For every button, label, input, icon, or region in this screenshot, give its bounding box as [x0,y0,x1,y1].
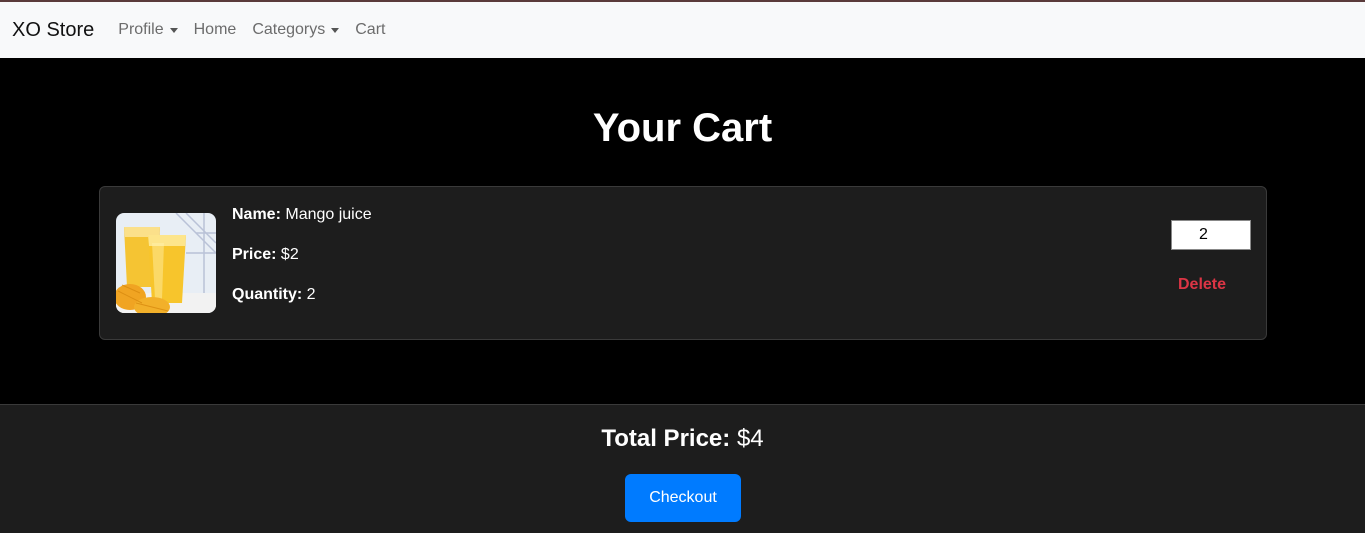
total-price-label: Total Price: [601,425,731,452]
mango-juice-image [116,213,216,313]
item-name-value: Mango juice [285,206,372,223]
nav-item-profile-label: Profile [118,21,164,38]
main-content: Your Cart Name: Mango juice Price: $2 Qu… [0,58,1365,404]
nav-item-home-label: Home [193,21,237,38]
item-price-value: $2 [280,246,299,263]
item-quantity-label: Quantity: [232,286,303,303]
item-name-label: Name: [232,206,281,223]
delete-button[interactable]: Delete [1162,276,1242,294]
checkout-button[interactable]: Checkout [625,474,741,522]
nav-item-categorys[interactable]: Categorys [252,21,340,39]
brand-logo[interactable]: XO Store [12,19,94,42]
item-quantity-row: Quantity: 2 [232,286,372,326]
nav-item-profile[interactable]: Profile [118,21,178,39]
quantity-input[interactable] [1171,220,1251,250]
page-title: Your Cart [592,106,773,150]
cart-item-details: Name: Mango juice Price: $2 Quantity: 2 [232,206,372,326]
caret-down-icon [169,27,178,33]
item-price-row: Price: $2 [232,246,372,286]
caret-down-icon [331,27,340,33]
nav-item-home[interactable]: Home [194,21,237,39]
cart-summary: Total Price: $4 Checkout [0,404,1365,533]
item-price-label: Price: [232,246,277,263]
nav-item-cart[interactable]: Cart [355,21,385,39]
cart-item: Name: Mango juice Price: $2 Quantity: 2 … [99,186,1267,340]
item-quantity-value: 2 [306,286,316,303]
nav-item-cart-label: Cart [355,21,386,38]
item-name-row: Name: Mango juice [232,206,372,246]
navbar: XO Store Profile Home Categorys Cart [0,0,1365,58]
total-price: Total Price: $4 [0,425,1365,453]
nav-item-categorys-label: Categorys [252,21,326,38]
total-price-value: $4 [736,425,764,452]
